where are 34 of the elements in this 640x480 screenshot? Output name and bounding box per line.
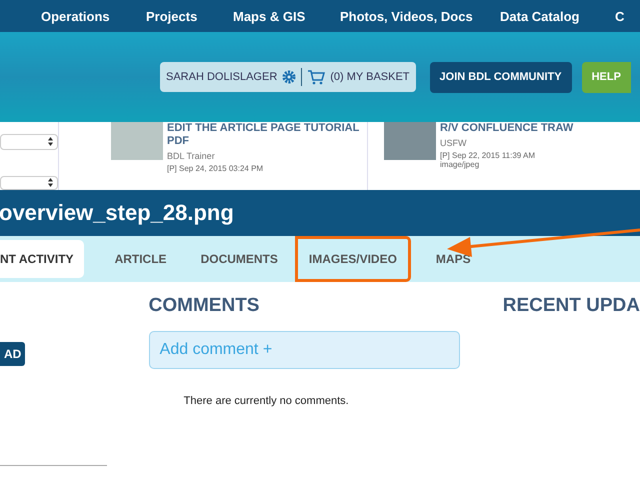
select-field[interactable] (0, 176, 58, 190)
nav-link[interactable]: Data Catalog (500, 8, 615, 24)
select-arrows-icon (48, 137, 53, 146)
nav-link[interactable]: Operations (41, 8, 146, 24)
select-field[interactable] (0, 134, 58, 150)
empty-message: There are currently no comments. (184, 395, 350, 407)
photo-placeholder (111, 122, 163, 160)
photo-placeholder (384, 122, 436, 160)
tab[interactable]: IMAGES/VIDEO (294, 236, 411, 282)
card-date: [P] Sep 22, 2015 11:39 AM (440, 151, 536, 160)
user-name[interactable]: SARAH DOLISLAGER (166, 71, 278, 83)
section-heading: RECENT UPDA (502, 295, 640, 317)
section-heading: COMMENTS (148, 295, 260, 317)
nav-link[interactable]: Projects (146, 8, 233, 24)
tab[interactable]: ARTICLE (98, 240, 184, 278)
tab[interactable]: MAPS (418, 240, 488, 278)
tab[interactable]: DOCUMENTS (184, 240, 295, 278)
cart-icon[interactable] (307, 69, 326, 85)
header-button[interactable]: JOIN BDL COMMUNITY (430, 62, 572, 92)
card-type: image/jpeg (440, 160, 480, 169)
nav-link[interactable]: C (615, 8, 640, 24)
nav-link[interactable]: Maps & GIS (233, 8, 340, 24)
card-author: USFW (440, 138, 468, 148)
basket-link[interactable]: (0) MY BASKET (330, 71, 410, 83)
select-arrows-icon (48, 178, 53, 188)
tab[interactable]: NT ACTIVITY (0, 240, 84, 278)
nav-link[interactable]: Photos, Videos, Docs (340, 8, 500, 24)
settings-icon[interactable] (282, 70, 296, 84)
side-button[interactable]: AD (0, 342, 26, 366)
card-date: [P] Sep 24, 2015 03:24 PM (167, 164, 264, 173)
card-title[interactable]: R/V CONFLUENCE TRAW (440, 122, 640, 135)
card-author: BDL Trainer (167, 151, 216, 161)
page-title: overview_step_28.png (0, 200, 234, 226)
card-title[interactable]: EDIT THE ARTICLE PAGE TUTORIAL PDF (167, 122, 367, 148)
